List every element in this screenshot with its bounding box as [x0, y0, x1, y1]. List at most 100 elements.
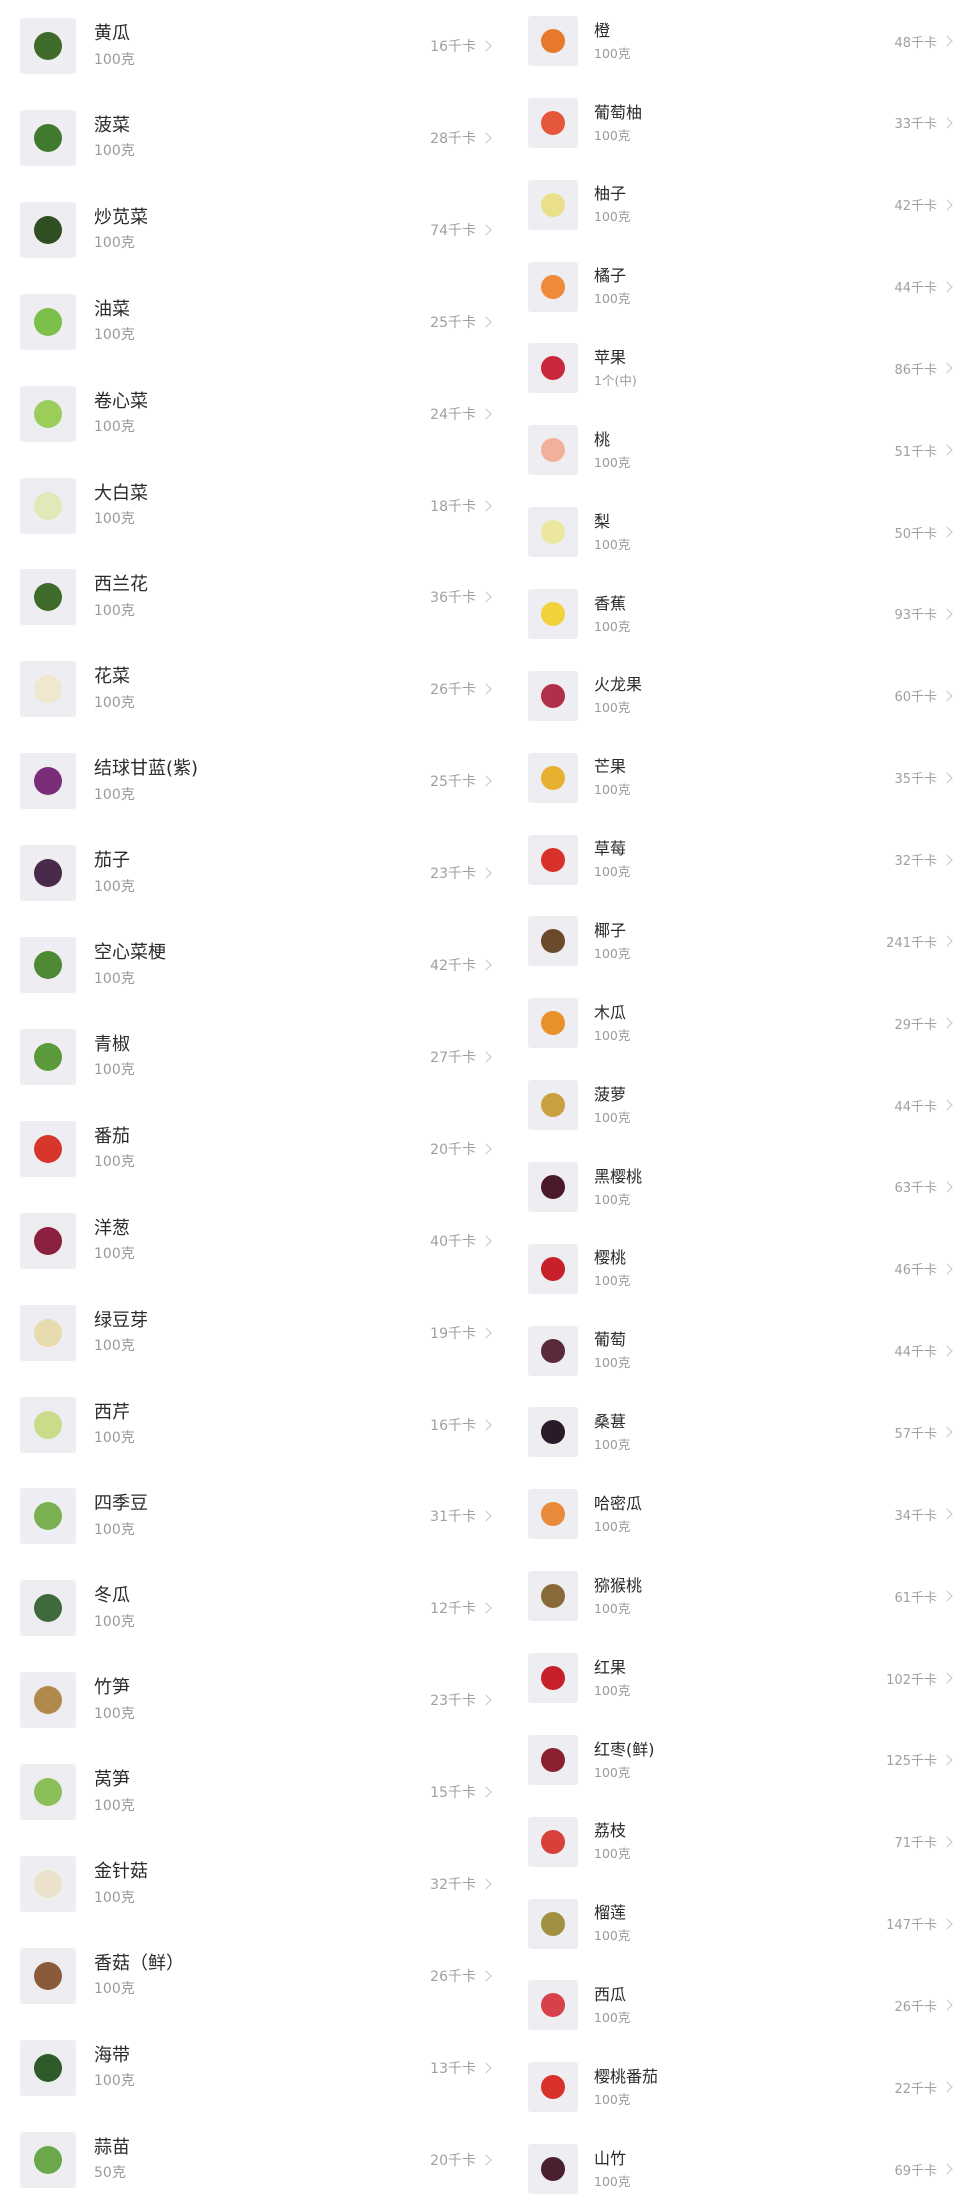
food-row-cherry[interactable]: 樱桃 100克 46千卡: [510, 1228, 967, 1310]
calorie-number: 35: [894, 772, 911, 788]
calorie-value: 86千卡: [894, 359, 937, 378]
food-row-hawthorn[interactable]: 红果 100克 102千卡: [510, 1637, 967, 1719]
food-row-cabbage[interactable]: 卷心菜 100克 24千卡: [0, 368, 500, 460]
food-row-mulberry[interactable]: 桑葚 100克 57千卡: [510, 1391, 967, 1473]
food-image: [541, 356, 565, 381]
calorie-number: 22: [894, 2081, 911, 2097]
food-row-kelp[interactable]: 海带 100克 13千卡: [0, 2022, 500, 2114]
food-text: 青椒 100克: [94, 1034, 430, 1080]
food-row-eggplant[interactable]: 茄子 100克 23千卡: [0, 827, 500, 919]
tomato-icon: [20, 1120, 76, 1177]
serving-amount: 100克: [594, 2091, 631, 2107]
food-row-apple[interactable]: 苹果 1个(中) 86千卡: [510, 327, 967, 409]
food-row-papaya[interactable]: 木瓜 100克 29千卡: [510, 982, 967, 1064]
food-name: 黑樱桃: [594, 1166, 643, 1186]
food-image: [541, 2075, 565, 2100]
food-row-banana[interactable]: 香蕉 100克 93千卡: [510, 573, 967, 655]
food-row-grapefruit[interactable]: 葡萄柚 100克 33千卡: [510, 82, 967, 164]
food-row-bean-sprouts[interactable]: 绿豆芽 100克 19千卡: [0, 1287, 500, 1379]
food-text: 菠萝 100克: [594, 1085, 894, 1126]
calorie-unit: 千卡: [448, 774, 476, 791]
food-row-bamboo-shoot[interactable]: 竹笋 100克 23千卡: [0, 1654, 500, 1746]
food-row-peach[interactable]: 桃 100克 51千卡: [510, 409, 967, 491]
food-row-enoki[interactable]: 金针菇 100克 32千卡: [0, 1838, 500, 1930]
food-row-cauliflower[interactable]: 花菜 100克 26千卡: [0, 643, 500, 735]
food-text: 黑樱桃 100克: [594, 1167, 894, 1208]
calorie-unit: 千卡: [448, 1693, 476, 1710]
chevron-right-icon: [480, 407, 492, 420]
food-row-pomelo[interactable]: 柚子 100克 42千卡: [510, 164, 967, 246]
food-row-grape[interactable]: 葡萄 100克 44千卡: [510, 1310, 967, 1392]
chevron-right-icon: [941, 690, 953, 702]
calorie-unit: 千卡: [910, 1181, 937, 1197]
food-name: 芒果: [594, 757, 627, 777]
food-name: 茄子: [94, 850, 130, 872]
food-name: 西兰花: [94, 574, 148, 596]
food-name: 葡萄柚: [594, 102, 643, 122]
chevron-right-icon: [941, 1181, 953, 1193]
food-row-cherry-tomato[interactable]: 樱桃番茄 100克 22千卡: [510, 2046, 967, 2128]
serving-amount: 100克: [594, 291, 631, 307]
food-row-black-cherry[interactable]: 黑樱桃 100克 63千卡: [510, 1146, 967, 1228]
food-name: 红枣(鲜): [594, 1739, 655, 1759]
food-row-spinach[interactable]: 菠菜 100克 28千卡: [0, 92, 500, 184]
food-row-garlic-sprout[interactable]: 蒜苗 50克 20千卡: [0, 2114, 500, 2206]
food-row-red-cabbage[interactable]: 结球甘蓝(紫) 100克 25千卡: [0, 735, 500, 827]
food-text: 葡萄柚 100克: [594, 103, 894, 144]
shiitake-icon: [20, 1947, 76, 2004]
cucumber-icon: [20, 18, 76, 74]
bok-choy-icon: [20, 293, 76, 350]
food-text: 竹笋 100克: [94, 1677, 430, 1723]
food-row-green-pepper[interactable]: 青椒 100克 27千卡: [0, 1011, 500, 1103]
food-row-watermelon[interactable]: 西瓜 100克 26千卡: [510, 1964, 967, 2046]
food-row-tomato[interactable]: 番茄 100克 20千卡: [0, 1103, 500, 1195]
food-image: [34, 1042, 62, 1071]
food-row-coconut[interactable]: 椰子 100克 241千卡: [510, 900, 967, 982]
food-row-orange[interactable]: 橙 100克 48千卡: [510, 0, 967, 82]
food-image: [34, 1778, 62, 1807]
food-row-napa-cabbage[interactable]: 大白菜 100克 18千卡: [0, 460, 500, 552]
chevron-right-icon: [941, 771, 953, 784]
food-row-pear[interactable]: 梨 100克 50千卡: [510, 491, 967, 573]
food-image: [541, 847, 565, 872]
food-text: 茄子 100克: [94, 850, 430, 896]
food-row-shiitake[interactable]: 香菇（鲜） 100克 26千卡: [0, 1930, 500, 2022]
food-image: [34, 1594, 62, 1623]
serving-amount: 100克: [94, 602, 135, 619]
food-row-amaranth[interactable]: 炒苋菜 100克 74千卡: [0, 184, 500, 276]
food-name: 火龙果: [594, 675, 643, 695]
food-row-lettuce-stem[interactable]: 莴笋 100克 15千卡: [0, 1746, 500, 1838]
calorie-number: 46: [894, 1263, 911, 1279]
chevron-right-icon: [941, 1263, 953, 1275]
food-row-jujube[interactable]: 红枣(鲜) 100克 125千卡: [510, 1719, 967, 1801]
food-name: 樱桃番茄: [594, 2066, 659, 2086]
food-row-lychee[interactable]: 荔枝 100克 71千卡: [510, 1801, 967, 1883]
food-row-winter-melon[interactable]: 冬瓜 100克 12千卡: [0, 1562, 500, 1654]
calorie-value: 26千卡: [894, 1996, 937, 2015]
food-row-durian[interactable]: 榴莲 100克 147千卡: [510, 1883, 967, 1965]
food-row-dragon-fruit[interactable]: 火龙果 100克 60千卡: [510, 655, 967, 737]
food-row-mango[interactable]: 芒果 100克 35千卡: [510, 737, 967, 819]
food-row-hami-melon[interactable]: 哈密瓜 100克 34千卡: [510, 1473, 967, 1555]
chevron-right-icon: [941, 1999, 953, 2012]
calorie-unit: 千卡: [448, 39, 476, 55]
food-row-broccoli[interactable]: 西兰花 100克 36千卡: [0, 551, 500, 643]
food-image: [34, 859, 62, 888]
food-name: 梨: [594, 511, 611, 531]
food-row-pineapple[interactable]: 菠萝 100克 44千卡: [510, 1064, 967, 1146]
food-row-celery[interactable]: 西芹 100克 16千卡: [0, 1379, 500, 1471]
food-row-bok-choy[interactable]: 油菜 100克 25千卡: [0, 276, 500, 368]
food-row-kiwi[interactable]: 猕猴桃 100克 61千卡: [510, 1555, 967, 1637]
food-row-water-spinach[interactable]: 空心菜梗 100克 42千卡: [0, 919, 500, 1011]
serving-amount: 100克: [94, 511, 135, 527]
calorie-number: 23: [430, 866, 448, 883]
food-row-tangerine[interactable]: 橘子 100克 44千卡: [510, 246, 967, 328]
food-row-green-beans[interactable]: 四季豆 100克 31千卡: [0, 1470, 500, 1562]
food-row-cucumber[interactable]: 黄瓜 100克 16千卡: [0, 0, 500, 92]
food-row-onion[interactable]: 洋葱 100克 40千卡: [0, 1195, 500, 1287]
serving-amount: 100克: [94, 1062, 135, 1079]
serving-amount: 100克: [594, 209, 631, 225]
food-row-strawberry[interactable]: 草莓 100克 32千卡: [510, 819, 967, 901]
calorie-unit: 千卡: [910, 1999, 937, 2015]
food-text: 猕猴桃 100克: [594, 1576, 894, 1617]
